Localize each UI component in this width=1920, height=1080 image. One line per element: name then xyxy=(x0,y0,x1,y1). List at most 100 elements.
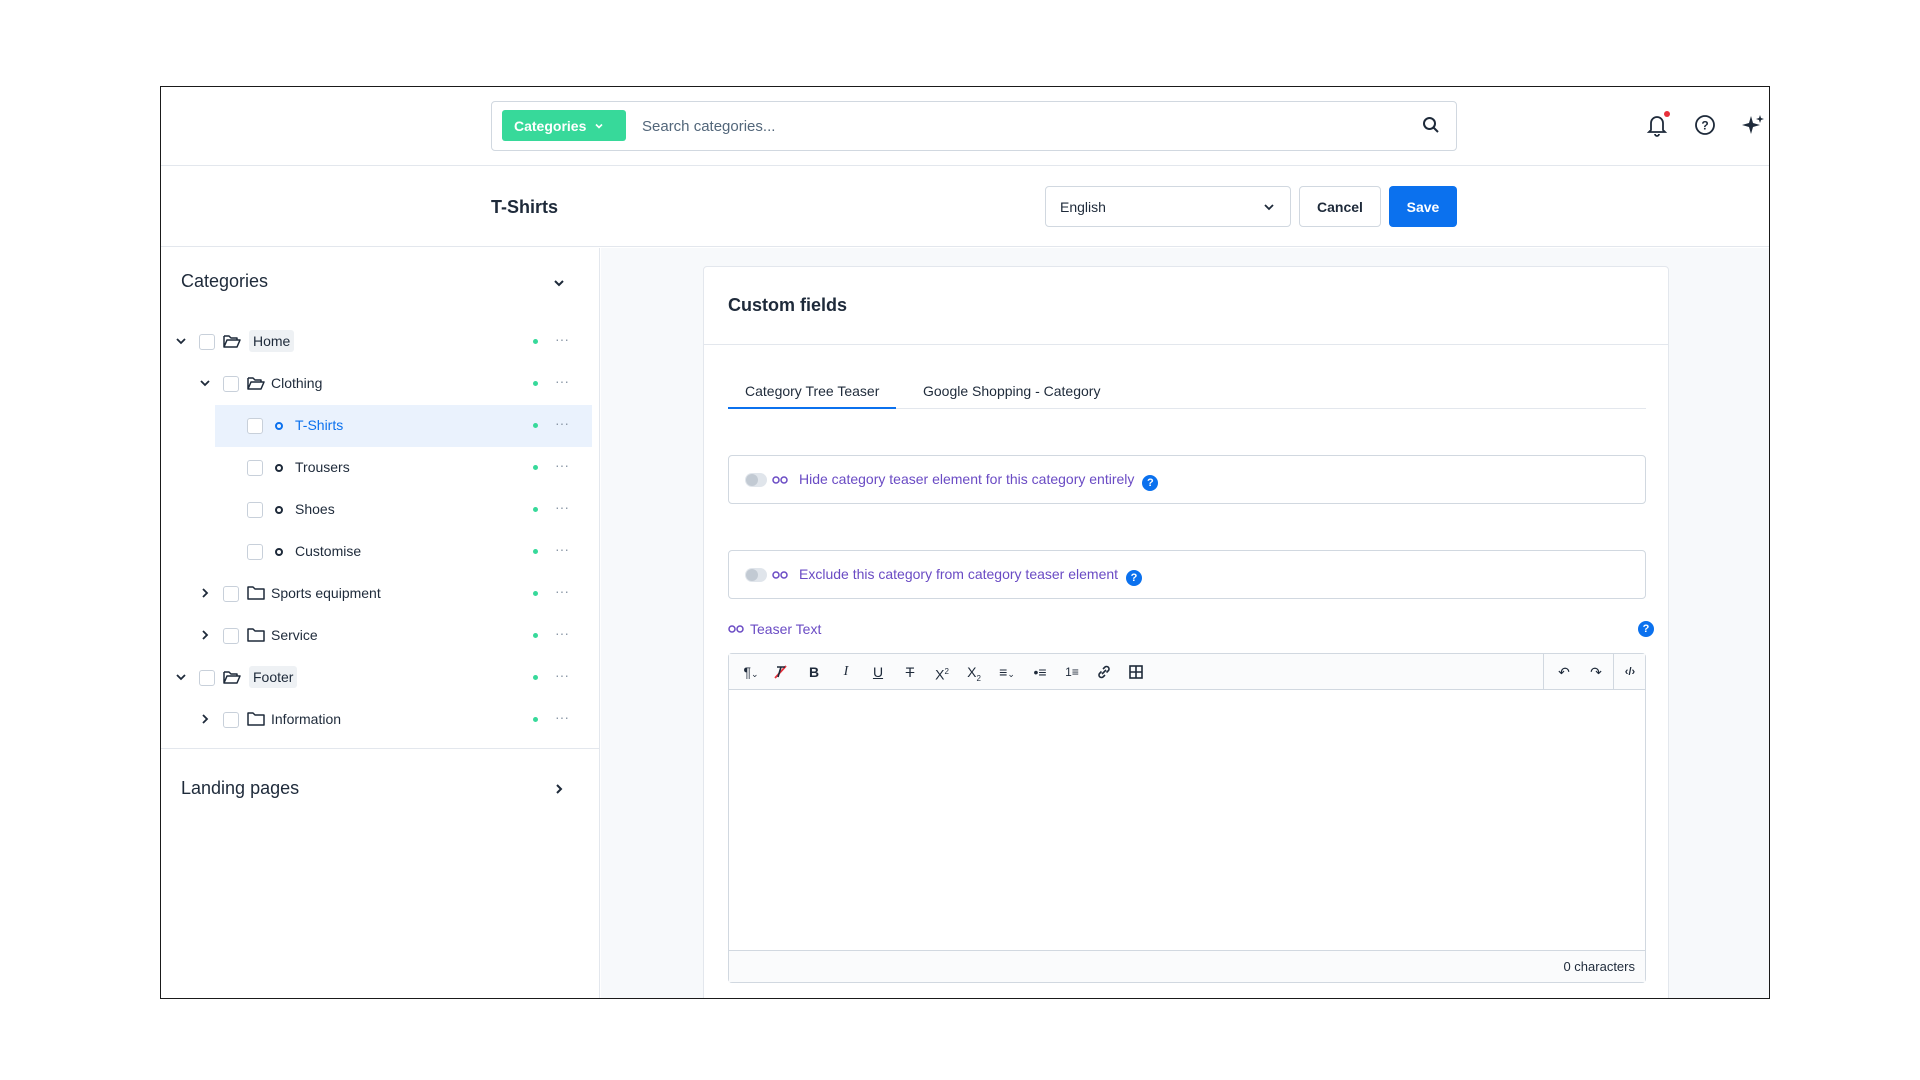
save-button[interactable]: Save xyxy=(1389,186,1457,227)
card-divider xyxy=(704,344,1668,345)
link-inherit-icon[interactable] xyxy=(772,473,788,487)
more-options-icon[interactable]: ··· xyxy=(555,583,569,599)
categories-heading[interactable]: Categories xyxy=(181,271,268,292)
tree-checkbox[interactable] xyxy=(247,460,263,476)
editor-toolbar: ¶⌄ B I U T X2 X2 ≡⌄ •≡ 1≡ ↶ ↷ ‹/› xyxy=(729,654,1645,690)
main-content: Custom fields Category Tree Teaser Googl… xyxy=(601,248,1769,998)
tree-item-sports-equipment[interactable]: Sports equipment ··· xyxy=(161,573,600,613)
more-options-icon[interactable]: ··· xyxy=(555,667,569,683)
bullet-list-icon[interactable]: •≡ xyxy=(1031,662,1049,682)
tree-checkbox[interactable] xyxy=(247,544,263,560)
leaf-node-icon xyxy=(275,548,283,556)
search-icon[interactable] xyxy=(1422,116,1440,134)
leaf-node-icon xyxy=(275,422,283,430)
tree-checkbox[interactable] xyxy=(199,334,215,350)
more-options-icon[interactable]: ··· xyxy=(555,331,569,347)
chevron-down-icon[interactable] xyxy=(175,671,187,683)
link-inherit-icon[interactable] xyxy=(728,622,744,636)
tree-item-label: Sports equipment xyxy=(271,585,381,601)
notification-bell-icon[interactable] xyxy=(1643,111,1671,139)
status-active-dot xyxy=(533,591,538,596)
tree-checkbox[interactable] xyxy=(247,502,263,518)
tree-checkbox[interactable] xyxy=(223,586,239,602)
more-options-icon[interactable]: ··· xyxy=(555,373,569,389)
table-icon[interactable] xyxy=(1127,662,1145,682)
italic-icon[interactable]: I xyxy=(837,662,855,682)
character-counter: 0 characters xyxy=(729,950,1645,982)
paragraph-format-icon[interactable]: ¶⌄ xyxy=(739,662,763,682)
tree-checkbox[interactable] xyxy=(223,628,239,644)
tree-item-information[interactable]: Information ··· xyxy=(161,699,600,739)
clear-format-icon[interactable] xyxy=(771,662,791,682)
tree-item-clothing[interactable]: Clothing ··· xyxy=(161,363,600,403)
strikethrough-icon[interactable]: T xyxy=(901,662,919,682)
tree-checkbox[interactable] xyxy=(247,418,263,434)
tree-item-t-shirts[interactable]: T-Shirts ··· xyxy=(161,405,600,447)
tree-checkbox[interactable] xyxy=(223,712,239,728)
exclude-teaser-toggle[interactable] xyxy=(745,568,767,582)
chevron-down-icon[interactable] xyxy=(552,276,566,290)
teaser-text-label: Teaser Text xyxy=(728,621,821,637)
card-title: Custom fields xyxy=(728,295,848,315)
tree-checkbox[interactable] xyxy=(199,670,215,686)
hide-teaser-toggle[interactable] xyxy=(745,473,767,487)
more-options-icon[interactable]: ··· xyxy=(555,499,569,515)
code-view-icon[interactable]: ‹/› xyxy=(1619,662,1641,682)
help-icon[interactable]: ? xyxy=(1126,570,1143,586)
teaser-text-editor[interactable]: ¶⌄ B I U T X2 X2 ≡⌄ •≡ 1≡ ↶ ↷ ‹/› 0 char… xyxy=(728,653,1646,983)
underline-icon[interactable]: U xyxy=(869,662,887,682)
search-scope-dropdown[interactable]: Categories xyxy=(502,110,626,141)
sparkles-ai-icon[interactable] xyxy=(1739,111,1767,139)
tree-checkbox[interactable] xyxy=(223,376,239,392)
status-active-dot xyxy=(533,339,538,344)
chevron-right-icon[interactable] xyxy=(199,587,211,599)
subscript-icon[interactable]: X2 xyxy=(965,662,983,683)
cancel-button[interactable]: Cancel xyxy=(1299,186,1381,227)
tree-item-label: Clothing xyxy=(271,375,323,391)
chevron-right-icon[interactable] xyxy=(199,713,211,725)
chevron-right-icon[interactable] xyxy=(199,629,211,641)
exclude-teaser-label: Exclude this category from category teas… xyxy=(799,566,1119,582)
link-icon[interactable] xyxy=(1095,662,1113,682)
leaf-node-icon xyxy=(275,506,283,514)
folder-open-icon xyxy=(223,671,241,684)
help-icon[interactable]: ? xyxy=(1638,621,1654,637)
chevron-right-icon[interactable] xyxy=(552,782,566,796)
redo-icon[interactable]: ↷ xyxy=(1585,662,1607,682)
bold-icon[interactable]: B xyxy=(805,662,823,682)
search-bar[interactable]: Categories Search categories... xyxy=(491,101,1457,151)
tree-item-label: Customise xyxy=(295,543,362,559)
more-options-icon[interactable]: ··· xyxy=(555,709,569,725)
language-select-value: English xyxy=(1060,199,1106,215)
tree-item-trousers[interactable]: Trousers ··· xyxy=(161,447,600,487)
align-icon[interactable]: ≡⌄ xyxy=(993,662,1021,682)
link-inherit-icon[interactable] xyxy=(772,568,788,582)
help-circle-icon[interactable]: ? xyxy=(1691,111,1719,139)
tree-item-service[interactable]: Service ··· xyxy=(161,615,600,655)
more-options-icon[interactable]: ··· xyxy=(555,625,569,641)
language-select[interactable]: English xyxy=(1045,186,1291,227)
help-icon[interactable]: ? xyxy=(1142,475,1159,491)
chevron-down-icon[interactable] xyxy=(199,377,211,389)
leaf-node-icon xyxy=(275,464,283,472)
more-options-icon[interactable]: ··· xyxy=(555,415,569,431)
numbered-list-icon[interactable]: 1≡ xyxy=(1063,662,1081,682)
top-bar: Categories Search categories... ? xyxy=(161,87,1769,166)
tree-item-shoes[interactable]: Shoes ··· xyxy=(161,489,600,529)
landing-pages-heading[interactable]: Landing pages xyxy=(181,778,299,799)
folder-icon xyxy=(247,628,265,642)
custom-fields-card: Custom fields Category Tree Teaser Googl… xyxy=(703,266,1669,998)
tab-category-tree-teaser[interactable]: Category Tree Teaser xyxy=(728,375,897,409)
undo-icon[interactable]: ↶ xyxy=(1553,662,1575,682)
tab-google-shopping-category[interactable]: Google Shopping - Category xyxy=(906,375,1117,409)
more-options-icon[interactable]: ··· xyxy=(555,541,569,557)
search-input[interactable]: Search categories... xyxy=(642,118,775,135)
more-options-icon[interactable]: ··· xyxy=(555,457,569,473)
tree-item-customise[interactable]: Customise ··· xyxy=(161,531,600,571)
chevron-down-icon[interactable] xyxy=(175,335,187,347)
svg-text:?: ? xyxy=(1701,119,1708,133)
tree-item-home[interactable]: Home ··· xyxy=(161,321,600,361)
tree-item-footer[interactable]: Footer ··· xyxy=(161,657,600,697)
folder-icon xyxy=(247,712,265,726)
superscript-icon[interactable]: X2 xyxy=(933,662,951,683)
